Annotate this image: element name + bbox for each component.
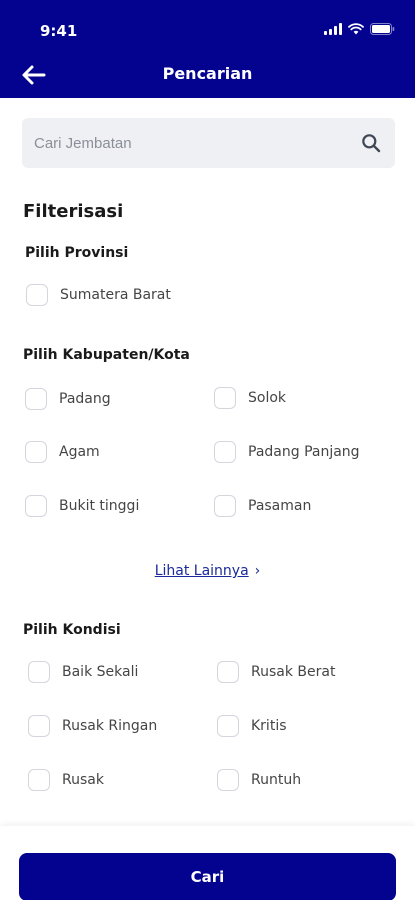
option-label: Padang (59, 391, 111, 407)
kondisi-option[interactable]: Rusak Ringan (28, 715, 157, 737)
provinsi-option[interactable]: Sumatera Barat (26, 284, 171, 306)
option-label: Rusak Berat (251, 664, 336, 680)
kondisi-heading: Pilih Kondisi (23, 622, 121, 638)
option-label: Baik Sekali (62, 664, 139, 680)
page-title: Pencarian (162, 64, 253, 83)
see-more-link[interactable]: Lihat Lainnya (155, 563, 249, 579)
option-label: Runtuh (251, 772, 302, 788)
chevron-right-icon[interactable]: › (255, 563, 261, 579)
checkbox[interactable] (25, 495, 47, 517)
status-time: 9:41 (40, 22, 78, 40)
filter-heading: Filterisasi (23, 201, 124, 222)
kabupaten-heading: Pilih Kabupaten/Kota (23, 347, 190, 363)
option-label: Bukit tinggi (59, 498, 140, 514)
kondisi-option[interactable]: Kritis (217, 715, 287, 737)
kabupaten-option[interactable]: Bukit tinggi (25, 495, 139, 517)
option-label: Kritis (251, 718, 287, 734)
status-bar: 9:41 (0, 0, 415, 56)
option-label: Padang Panjang (248, 444, 360, 460)
cellular-signal-icon (324, 23, 342, 35)
checkbox[interactable] (214, 387, 236, 409)
checkbox[interactable] (28, 769, 50, 791)
system-icons (324, 22, 395, 36)
wifi-icon (348, 23, 364, 35)
see-more-row: Lihat Lainnya › (0, 560, 415, 579)
kabupaten-option[interactable]: Solok (214, 387, 286, 409)
checkbox[interactable] (28, 661, 50, 683)
checkbox[interactable] (214, 441, 236, 463)
checkbox[interactable] (217, 769, 239, 791)
option-label: Rusak Ringan (62, 718, 158, 734)
battery-icon (370, 23, 395, 35)
kondisi-option[interactable]: Rusak (28, 769, 104, 791)
checkbox[interactable] (28, 715, 50, 737)
checkbox[interactable] (26, 284, 48, 306)
checkbox[interactable] (217, 661, 239, 683)
checkbox[interactable] (217, 715, 239, 737)
kabupaten-option[interactable]: Pasaman (214, 495, 311, 517)
kabupaten-option[interactable]: Padang Panjang (214, 441, 360, 463)
checkbox[interactable] (214, 495, 236, 517)
search-input[interactable] (34, 118, 354, 168)
kondisi-option[interactable]: Rusak Berat (217, 661, 335, 683)
search-icon[interactable] (361, 133, 381, 153)
kondisi-option[interactable]: Baik Sekali (28, 661, 138, 683)
kabupaten-option[interactable]: Agam (25, 441, 100, 463)
checkbox[interactable] (25, 441, 47, 463)
search-submit-button[interactable]: Cari (19, 853, 396, 900)
kabupaten-option[interactable]: Padang (25, 388, 111, 410)
search-bar (22, 118, 395, 168)
app-bar: 9:41 Pencarian (0, 0, 415, 98)
option-label: Pasaman (248, 498, 312, 514)
checkbox[interactable] (25, 388, 47, 410)
option-label: Rusak (62, 772, 104, 788)
provinsi-heading: Pilih Provinsi (25, 245, 129, 261)
kondisi-option[interactable]: Runtuh (217, 769, 301, 791)
option-label: Sumatera Barat (60, 287, 171, 303)
option-label: Solok (248, 390, 287, 406)
option-label: Agam (59, 444, 100, 460)
